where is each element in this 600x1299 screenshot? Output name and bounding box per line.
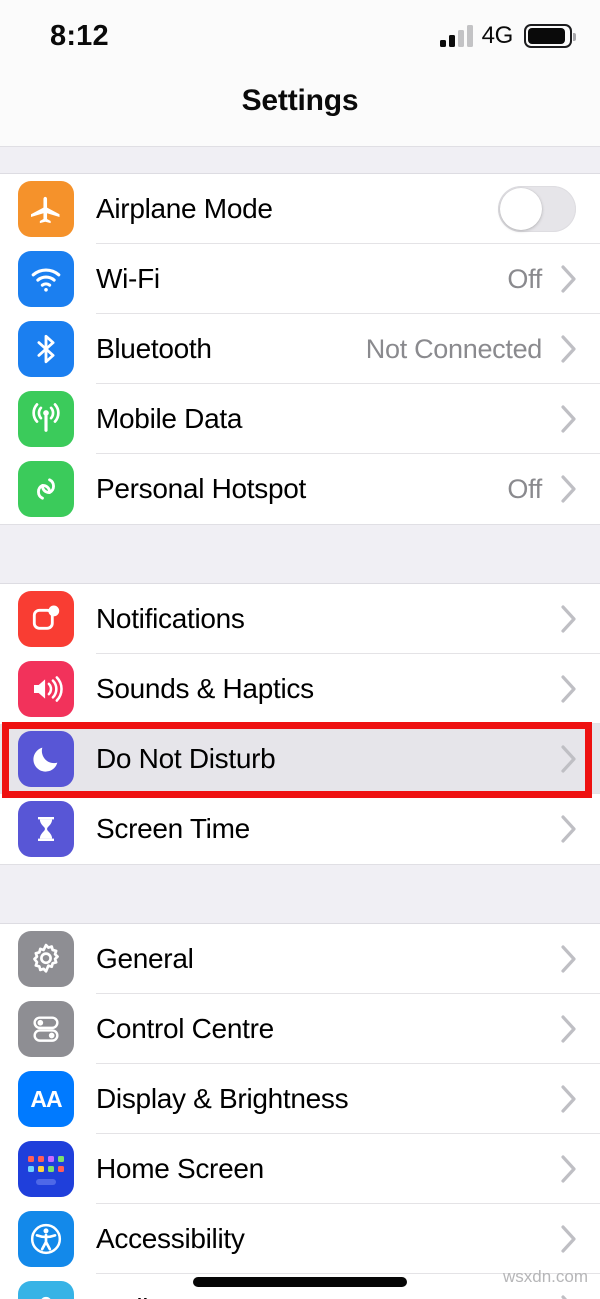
settings-row-control-centre[interactable]: Control Centre <box>0 994 600 1064</box>
settings-row-label: Home Screen <box>96 1153 264 1184</box>
settings-row-do-not-disturb[interactable]: Do Not Disturb <box>0 724 600 794</box>
chevron-right-icon <box>556 814 582 844</box>
settings-row-sounds-haptics[interactable]: Sounds & Haptics <box>0 654 600 724</box>
cellular-antenna-icon <box>18 391 74 447</box>
cellular-signal-icon <box>439 25 473 47</box>
chevron-right-icon <box>556 744 582 774</box>
battery-icon <box>524 24 576 48</box>
settings-row-value: Off <box>507 473 542 504</box>
settings-row-label: Notifications <box>96 603 245 634</box>
hotspot-link-icon <box>18 461 74 517</box>
bluetooth-icon <box>18 321 74 377</box>
settings-row-label: Bluetooth <box>96 333 212 364</box>
settings-row-label: Display & Brightness <box>96 1083 349 1114</box>
settings-group-alerts: Notifications Sounds & Haptics Do Not Di… <box>0 584 600 864</box>
notifications-icon <box>18 591 74 647</box>
toggle-knob <box>500 188 542 230</box>
status-bar-time: 8:12 <box>50 20 109 52</box>
settings-row-label: Sounds & Haptics <box>96 673 314 704</box>
page-title: Settings <box>241 84 359 117</box>
settings-row-label: Wi-Fi <box>96 263 160 294</box>
chevron-right-icon <box>556 944 582 974</box>
chevron-right-icon <box>556 1294 582 1299</box>
navigation-bar: Settings <box>0 72 600 146</box>
wifi-icon <box>18 251 74 307</box>
section-gap-alerts <box>0 524 600 584</box>
airplane-icon <box>18 181 74 237</box>
settings-row-bluetooth[interactable]: Bluetooth Not Connected <box>0 314 600 384</box>
chevron-right-icon <box>556 474 582 504</box>
settings-row-label: Airplane Mode <box>96 193 273 224</box>
accessibility-icon <box>18 1211 74 1267</box>
chevron-right-icon <box>556 1014 582 1044</box>
watermark-label: wsxdn.com <box>502 1267 588 1286</box>
settings-row-mobile-data[interactable]: Mobile Data <box>0 384 600 454</box>
settings-row-airplane-mode[interactable]: Airplane Mode <box>0 174 600 244</box>
settings-row-label: Wallpaper <box>96 1293 556 1299</box>
control-centre-toggles-icon <box>18 1001 74 1057</box>
status-bar-indicators: 4G <box>439 22 576 50</box>
settings-row-general[interactable]: General <box>0 924 600 994</box>
settings-row-wifi[interactable]: Wi-Fi Off <box>0 244 600 314</box>
chevron-right-icon <box>556 1154 582 1184</box>
gear-icon <box>18 931 74 987</box>
settings-row-label: Do Not Disturb <box>96 743 276 774</box>
settings-row-value: Off <box>507 263 542 294</box>
chevron-right-icon <box>556 404 582 434</box>
moon-icon <box>18 731 74 787</box>
status-bar: 8:12 4G <box>0 0 600 72</box>
chevron-right-icon <box>556 1224 582 1254</box>
iphone-settings-screen: 8:12 4G Settings Airplane Mode Wi-Fi Off… <box>0 0 600 1299</box>
settings-row-label: Screen Time <box>96 813 250 844</box>
chevron-right-icon <box>556 334 582 364</box>
section-gap-system <box>0 864 600 924</box>
home-indicator[interactable] <box>193 1277 407 1287</box>
wallpaper-flower-icon <box>18 1281 74 1299</box>
chevron-right-icon <box>556 604 582 634</box>
settings-row-label: General <box>96 943 194 974</box>
settings-row-label: Mobile Data <box>96 403 243 434</box>
settings-row-label: Control Centre <box>96 1013 274 1044</box>
settings-group-system: General Control Centre AA Display & Brig… <box>0 924 600 1299</box>
chevron-right-icon <box>556 264 582 294</box>
home-screen-grid-icon <box>18 1141 74 1197</box>
network-type-label: 4G <box>481 22 514 49</box>
settings-row-accessibility[interactable]: Accessibility <box>0 1204 600 1274</box>
settings-row-label: Personal Hotspot <box>96 473 306 504</box>
settings-row-display-brightness[interactable]: AA Display & Brightness <box>0 1064 600 1134</box>
hourglass-icon <box>18 801 74 857</box>
chevron-right-icon <box>556 1084 582 1114</box>
section-gap-top <box>0 146 600 174</box>
settings-row-value: Not Connected <box>365 333 543 364</box>
settings-row-notifications[interactable]: Notifications <box>0 584 600 654</box>
speaker-wave-icon <box>18 661 74 717</box>
chevron-right-icon <box>556 674 582 704</box>
settings-row-home-screen[interactable]: Home Screen <box>0 1134 600 1204</box>
airplane-mode-toggle[interactable] <box>498 186 576 232</box>
settings-row-label: Accessibility <box>96 1223 245 1254</box>
display-aa-icon: AA <box>18 1071 74 1127</box>
settings-row-personal-hotspot[interactable]: Personal Hotspot Off <box>0 454 600 524</box>
settings-group-connectivity: Airplane Mode Wi-Fi Off Bluetooth Not Co… <box>0 174 600 524</box>
settings-row-screen-time[interactable]: Screen Time <box>0 794 600 864</box>
